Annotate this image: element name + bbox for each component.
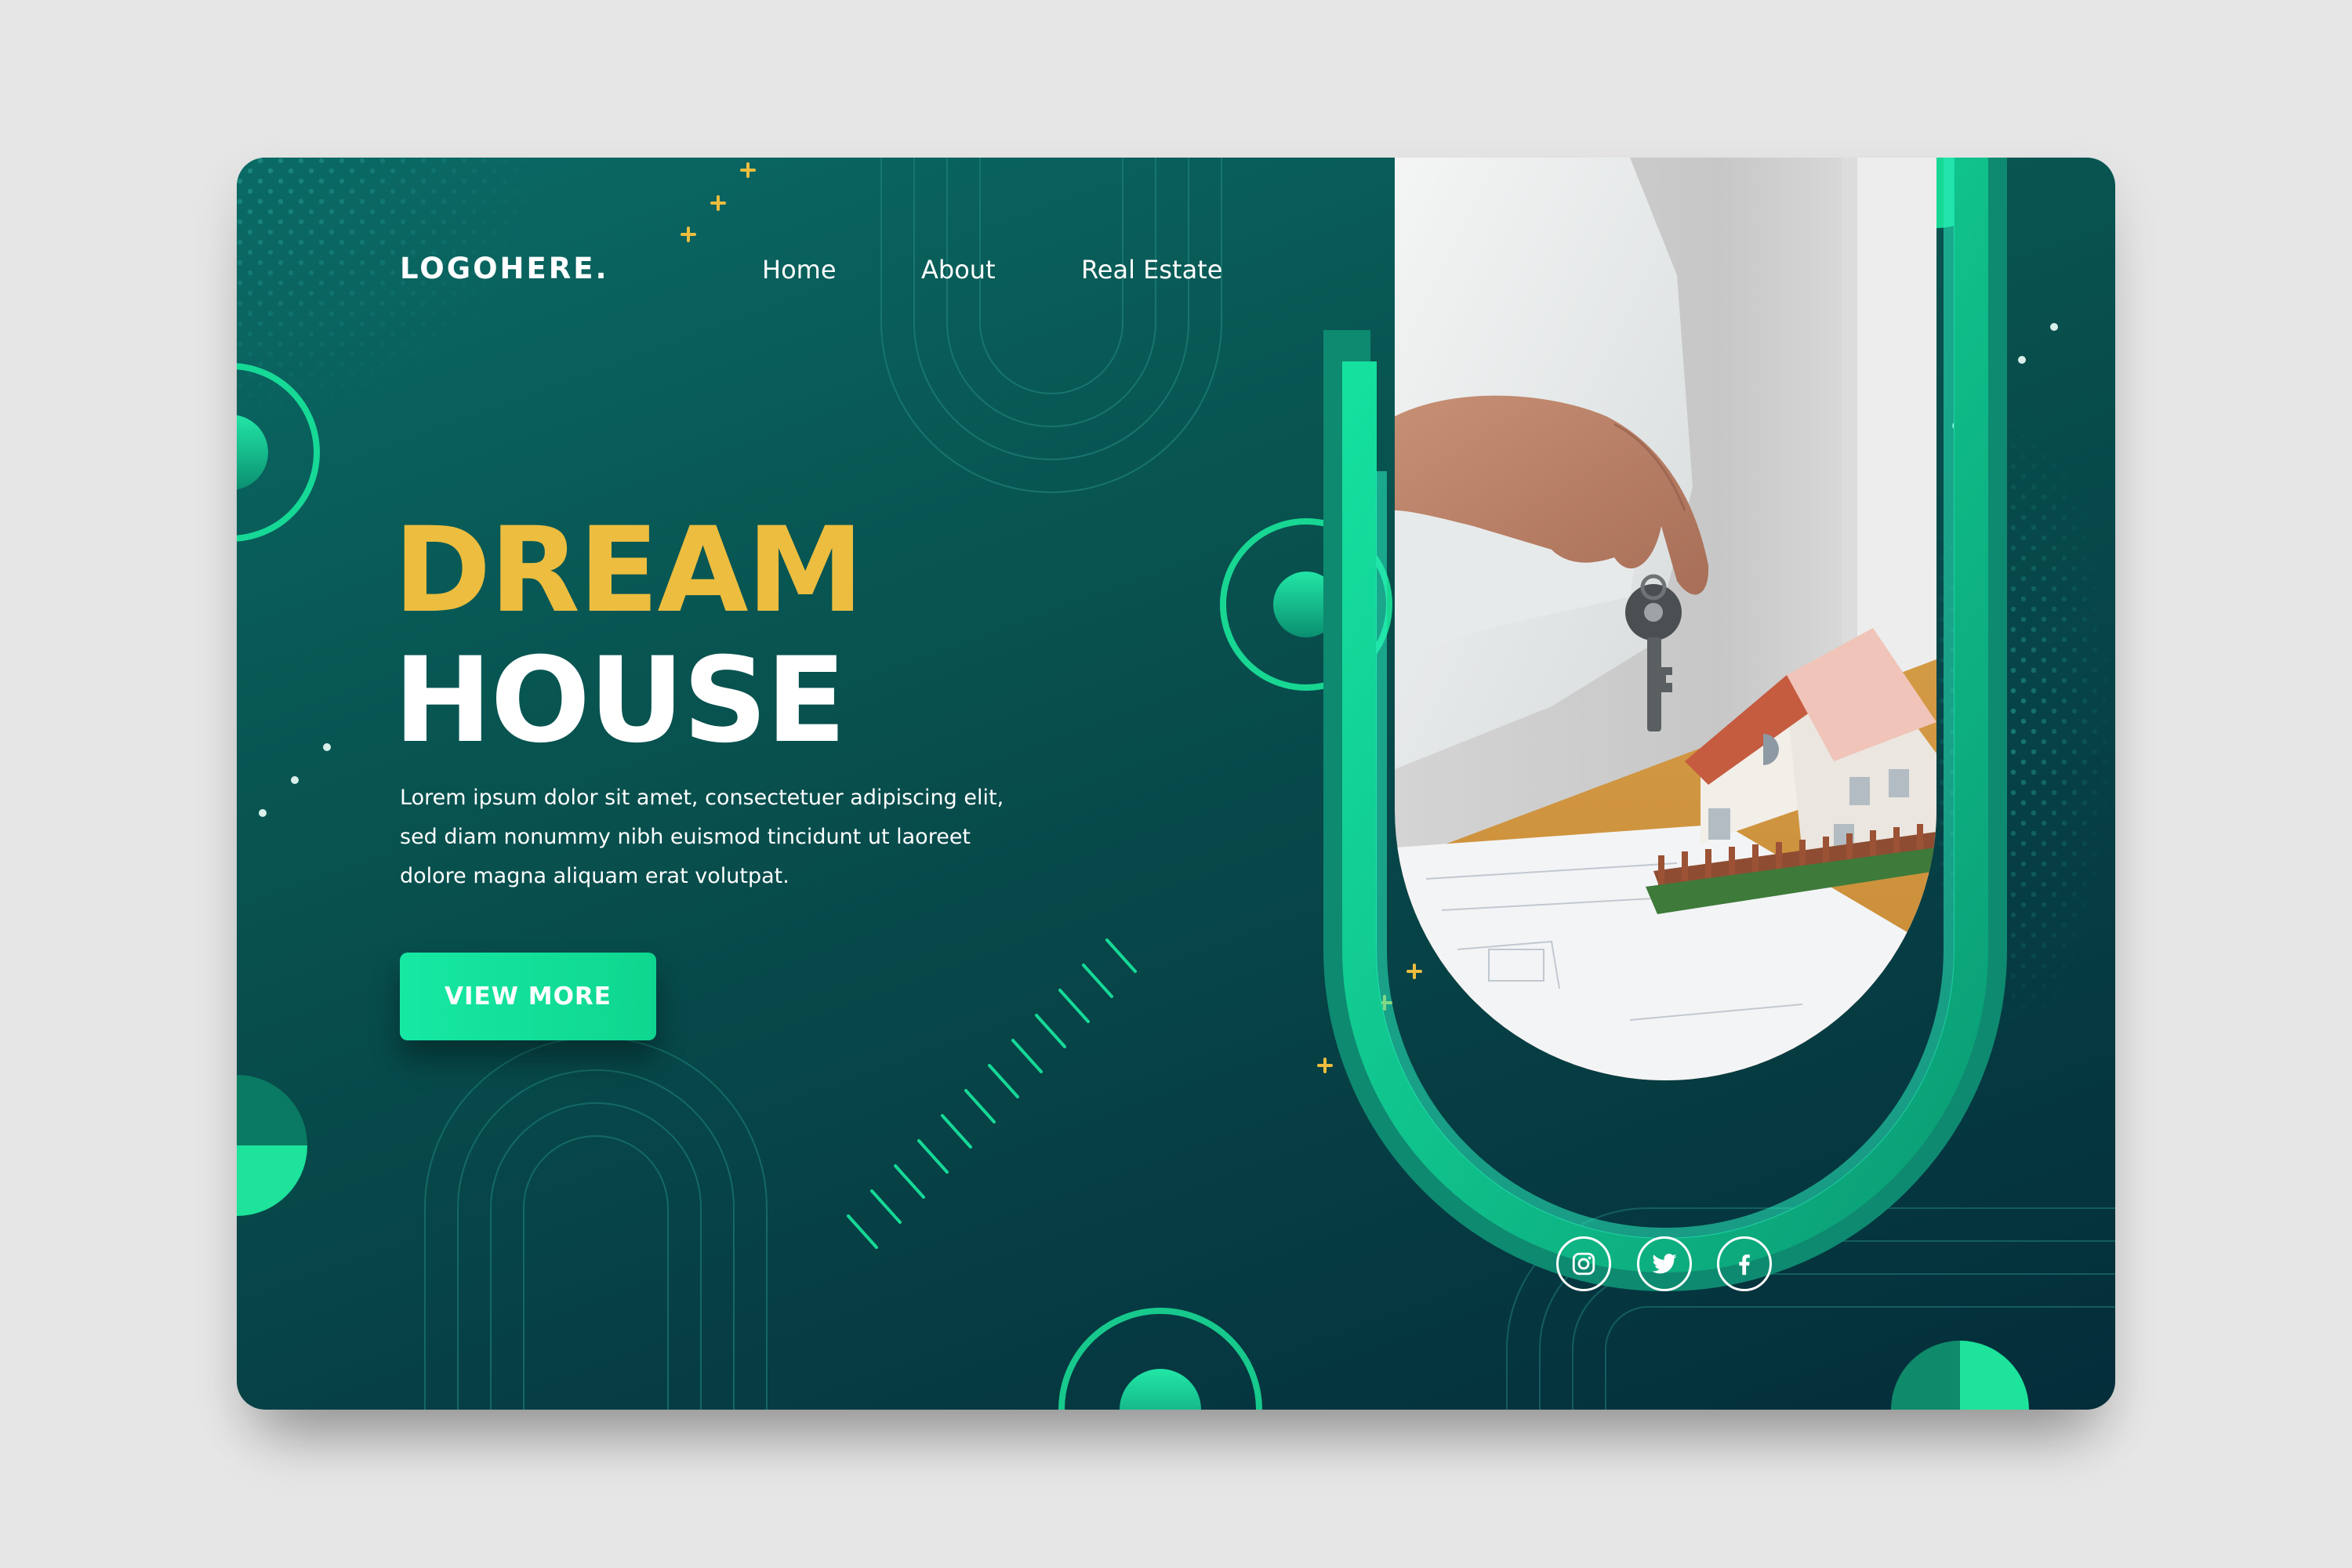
hero-title-line1: DREAM — [394, 503, 864, 639]
logo[interactable]: LOGOHERE. — [400, 252, 609, 285]
hero-description-line: Lorem ipsum dolor sit amet, consectetuer… — [400, 786, 1004, 810]
instagram-icon — [1572, 1252, 1595, 1276]
hero-description: Lorem ipsum dolor sit amet, consectetuer… — [400, 779, 1027, 896]
hero-title-line2: HOUSE — [394, 633, 846, 769]
nav-about[interactable]: About — [921, 255, 996, 285]
nav-home[interactable]: Home — [762, 255, 837, 285]
view-more-button[interactable]: VIEW MORE — [400, 953, 656, 1040]
instagram-button[interactable] — [1556, 1236, 1611, 1291]
hero-photo — [1395, 158, 1936, 1080]
landing-card: LOGOHERE. Home About Real Estate DREAM H… — [237, 158, 2115, 1410]
nav-real-estate[interactable]: Real Estate — [1081, 255, 1222, 285]
hero-description-line: dolore magna aliquam erat volutpat. — [400, 864, 789, 888]
facebook-button[interactable] — [1717, 1236, 1772, 1291]
twitter-icon — [1652, 1254, 1677, 1274]
facebook-icon — [1739, 1254, 1750, 1276]
twitter-button[interactable] — [1637, 1236, 1692, 1291]
hero-description-line: sed diam nonummy nibh euismod tincidunt … — [400, 825, 971, 849]
house-key-illustration — [1395, 158, 1936, 1080]
